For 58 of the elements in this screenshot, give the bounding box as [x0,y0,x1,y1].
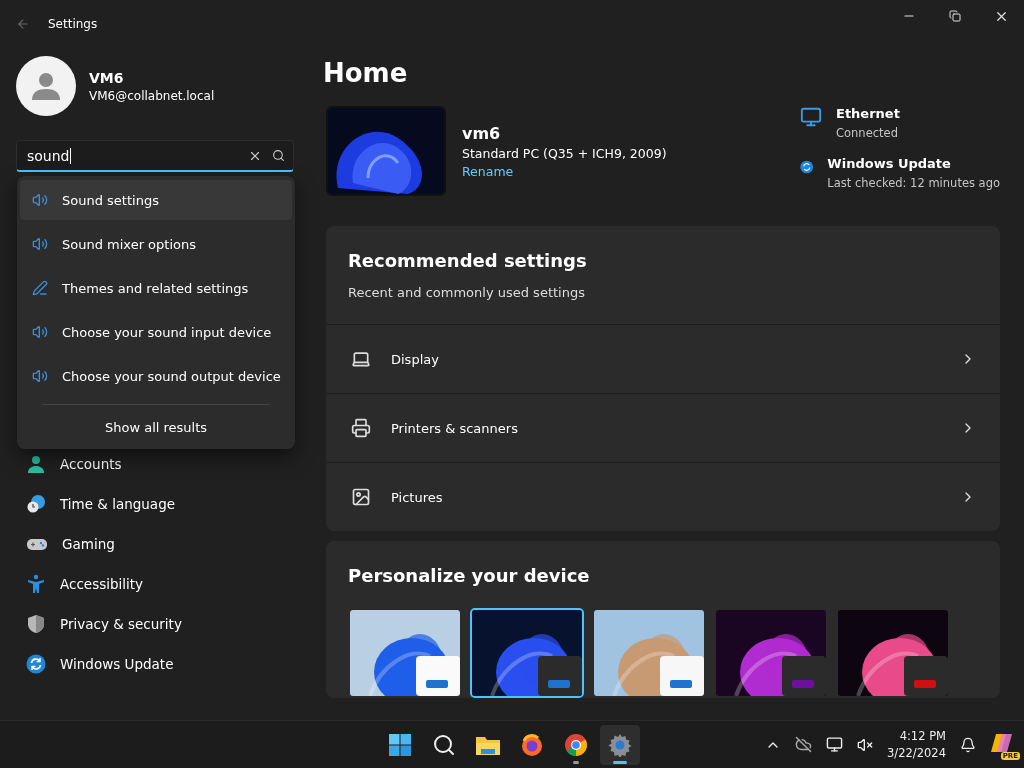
search-field[interactable]: sound [16,140,294,172]
settings-row[interactable]: Display [326,324,1000,393]
taskbar-app[interactable] [600,725,640,765]
device-model: Standard PC (Q35 + ICH9, 2009) [462,146,667,161]
folder-icon [475,734,501,756]
window-title: Settings [48,17,98,31]
status-text: Last checked: 12 minutes ago [827,176,1000,190]
nav-item[interactable]: Windows Update [16,644,294,684]
speaker-icon [32,236,48,252]
monitor-icon [800,106,822,128]
fox-globe-icon [520,733,544,757]
nav-item[interactable]: Gaming [16,524,294,564]
bell-icon[interactable] [960,736,976,753]
restore-icon [949,10,961,22]
person-icon [26,454,46,474]
accessibility-icon [26,574,46,594]
status-text: Connected [836,126,899,140]
rename-link[interactable]: Rename [462,164,667,179]
nav-item[interactable]: Privacy & security [16,604,294,644]
card-title: Personalize your device [348,565,591,586]
back-button[interactable] [16,17,30,31]
search-icon [432,733,456,757]
globe-clock-icon [26,494,46,514]
search-result[interactable]: Choose your sound input device [20,312,292,352]
image-icon [351,487,371,507]
browser-icon [564,733,588,757]
pen-icon [32,280,48,296]
page-title: Home [323,58,409,88]
speaker-icon [32,192,48,208]
monitor-icon[interactable] [826,736,844,753]
search-result[interactable]: Themes and related settings [20,268,292,308]
speaker-icon [32,324,48,340]
windows-logo-icon [388,733,412,757]
search-result[interactable]: Sound mixer options [20,224,292,264]
avatar [16,56,76,116]
search-result[interactable]: Choose your sound output device [20,356,292,396]
gear-icon [608,733,632,757]
refresh-icon [26,654,46,674]
laptop-icon [351,349,371,369]
nav-item[interactable]: Time & language [16,484,294,524]
speaker-icon [32,368,48,384]
nav-item[interactable]: Accessibility [16,564,294,604]
shield-icon [26,614,46,634]
card-title: Recommended settings [348,250,588,271]
search-icon[interactable] [272,149,285,162]
user-name: VM6 [89,69,125,86]
printer-icon [351,418,371,438]
search-result[interactable]: Sound settings [20,180,292,220]
settings-row[interactable]: Pictures [326,462,1000,531]
settings-row[interactable]: Printers & scanners [326,393,1000,462]
status-title: Ethernet [836,106,900,121]
device-name: vm6 [462,124,502,143]
muted-speaker-icon[interactable] [857,736,874,753]
cloud-off-icon[interactable] [795,736,813,753]
card-subtitle: Recent and commonly used settings [348,285,586,300]
status-title: Windows Update [827,156,952,171]
user-email: VM6@collabnet.local [89,88,215,103]
clock[interactable]: 4:12 PM 3/22/2024 [887,729,946,760]
